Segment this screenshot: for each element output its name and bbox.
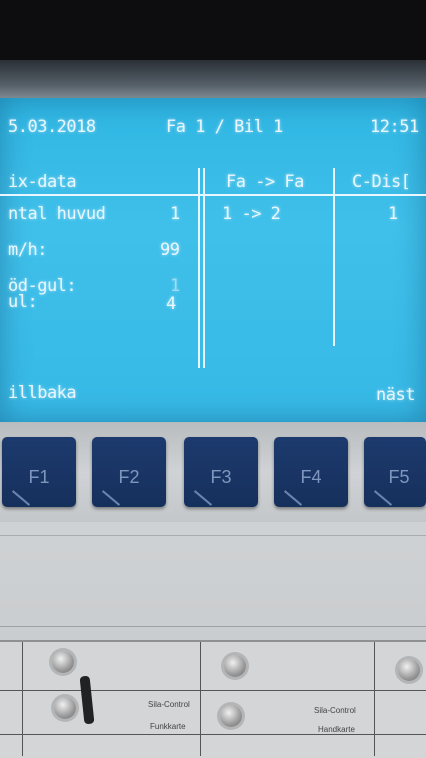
row-label-speed: m/h: [8, 240, 47, 260]
location-text: Fa 1 / Bil 1 [166, 117, 283, 137]
screw-1 [52, 651, 74, 673]
f3-key-label: F3 [210, 467, 232, 487]
column-divider-left-a [198, 168, 200, 368]
c-dis-header: C-Dis[ [352, 172, 411, 192]
f2-key-label: F2 [118, 467, 140, 487]
slot-divider-2 [200, 642, 201, 756]
panel-seam-top [0, 535, 426, 536]
card2-label: Sila-Control [314, 706, 356, 715]
slot-rule-2 [0, 734, 426, 735]
fa-transfer-header: Fa -> Fa [226, 172, 304, 192]
row-value-rod-gul: 1 [170, 276, 180, 296]
f3-key-marker [193, 490, 213, 506]
screw-5 [220, 705, 242, 727]
time-text: 12:51 [370, 117, 419, 137]
row-label-gul: ul: [8, 292, 38, 312]
f4-key-marker [283, 490, 303, 506]
card1-label: Sila-Control [148, 700, 190, 709]
f5-key-label: F5 [388, 467, 410, 487]
f5-key[interactable]: F5 [364, 437, 426, 507]
screw-4 [54, 697, 76, 719]
softkey-next-label: näst [376, 385, 415, 405]
f5-key-marker [373, 490, 393, 506]
row-cdis-huvud: 1 [388, 204, 398, 224]
screw-2 [224, 655, 246, 677]
screw-3 [398, 659, 420, 681]
softkey-back-label: illbaka [8, 383, 77, 403]
column-divider-right [333, 168, 335, 346]
lcd-display [0, 98, 426, 422]
mix-data-header: ix-data [8, 172, 77, 192]
column-divider-left-b [203, 168, 205, 368]
slot-divider-3 [374, 642, 375, 756]
row-label-huvud: ntal huvud [8, 204, 106, 224]
slot-divider-1 [22, 642, 23, 756]
row-transfer-huvud: 1 -> 2 [222, 204, 281, 224]
f1-key[interactable]: F1 [2, 437, 76, 507]
f1-key-label: F1 [28, 467, 50, 487]
panel-seam-bottom [0, 626, 426, 627]
f1-key-marker [11, 490, 31, 506]
header-divider [0, 194, 426, 196]
display-bezel [0, 60, 426, 102]
f3-key[interactable]: F3 [184, 437, 258, 507]
row-value-gul: 4 [166, 294, 176, 314]
row-value-speed: 99 [160, 240, 180, 260]
card1-sublabel: Funkkarte [150, 722, 186, 731]
f4-key-label: F4 [300, 467, 322, 487]
f2-key[interactable]: F2 [92, 437, 166, 507]
date-text: 5.03.2018 [8, 117, 96, 137]
slot-rule-1 [0, 690, 426, 691]
card2-sublabel: Handkarte [318, 725, 355, 734]
f4-key[interactable]: F4 [274, 437, 348, 507]
row-value-huvud: 1 [170, 204, 180, 224]
f2-key-marker [101, 490, 121, 506]
